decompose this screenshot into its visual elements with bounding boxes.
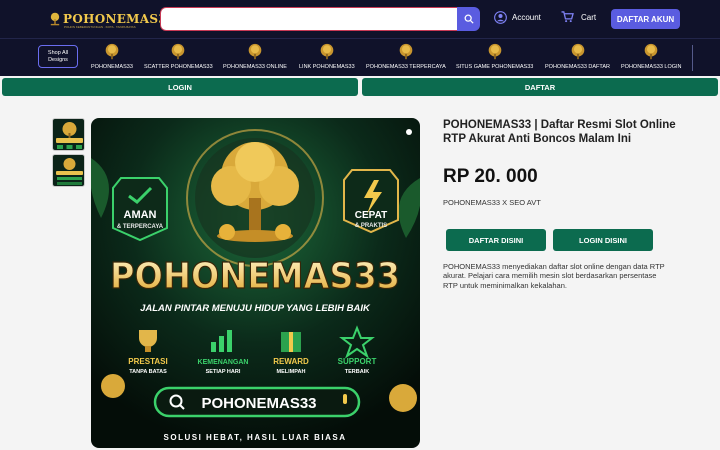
tree-icon (571, 43, 584, 60)
daftar-disini-button[interactable]: DAFTAR DISINI (446, 229, 546, 251)
auth-tabbar: LOGIN DAFTAR (0, 76, 720, 98)
tree-icon (105, 43, 119, 60)
product-thumbnail[interactable] (52, 154, 85, 187)
account-link[interactable]: Account (494, 11, 541, 24)
account-label: Account (512, 13, 541, 22)
badge-left-subtitle: & TERPERCAYA (117, 224, 164, 230)
nav-item-terpercaya[interactable]: POHONEMAS33 TERPERCAYA (366, 43, 446, 70)
badge-right-title: CEPAT (355, 210, 387, 221)
nav-item-label: POHONEMAS33 LOGIN (621, 64, 682, 70)
product-main-image[interactable]: AMAN & TERPERCAYA CEPAT & PRAKTIS POHONE… (91, 118, 420, 448)
nav-item-situs-game[interactable]: SITUS GAME POHONEMAS33 (456, 43, 533, 70)
nav-item-label: POHONEMAS33 DAFTAR (545, 64, 610, 70)
tree-icon (172, 43, 185, 60)
shop-all-designs-button[interactable]: Shop All Designs (38, 45, 78, 68)
nav-item-label: POHONEMAS33 ONLINE (223, 64, 287, 70)
cart-icon (561, 11, 574, 23)
feature-subtitle: TERBAIK (345, 369, 369, 375)
nav-item-label: POHONEMAS33 (91, 64, 133, 70)
cart-label: Cart (581, 12, 597, 22)
login-disini-button[interactable]: LOGIN DISINI (553, 229, 653, 251)
thumbnail-image (53, 119, 84, 150)
logo-text: POHONEMAS33 (63, 12, 176, 26)
thumbnail-image (53, 155, 84, 186)
nav-item-label: POHONEMAS33 TERPERCAYA (366, 64, 446, 70)
banner-tagline: JALAN PINTAR MENUJU HIDUP YANG LEBIH BAI… (140, 303, 371, 314)
tree-icon (399, 43, 413, 60)
badge-left-title: AMAN (124, 209, 157, 221)
top-header: POHONEMAS33 POHON KEBERUNTUNGAN · KOTA ·… (0, 0, 720, 38)
nav-item-label: SCATTER POHONEMAS33 (144, 64, 213, 70)
feature-title: KEMENANGAN (198, 359, 249, 366)
nav-item-pohonemas33[interactable]: POHONEMAS33 (91, 43, 133, 70)
product-description: POHONEMAS33 menyediakan daftar slot onli… (443, 262, 665, 290)
feature-title: PRESTASI (128, 357, 167, 366)
nav-item-scatter[interactable]: SCATTER POHONEMAS33 (144, 43, 213, 70)
nav-divider (692, 45, 693, 71)
search-bar (160, 7, 480, 31)
product-title: POHONEMAS33 | Daftar Resmi Slot Online R… (443, 119, 676, 146)
user-icon (494, 11, 507, 24)
tree-icon (644, 43, 658, 60)
logo-tagline: POHON KEBERUNTUNGAN · KOTA · TANPA BATAS (64, 25, 136, 29)
nav-item-daftar[interactable]: POHONEMAS33 DAFTAR (545, 43, 610, 70)
nav-item-login[interactable]: POHONEMAS33 LOGIN (621, 43, 682, 70)
banner-footer: SOLUSI HEBAT, HASIL LUAR BIASA (164, 433, 347, 442)
cart-link[interactable]: Cart (561, 11, 596, 23)
badge-right-subtitle: & PRAKTIS (355, 223, 387, 229)
banner-brand: POHONEMAS33 (110, 256, 400, 297)
tree-icon (50, 12, 60, 26)
banner-artwork: AMAN & TERPERCAYA CEPAT & PRAKTIS POHONE… (91, 118, 420, 448)
daftar-tab-button[interactable]: DAFTAR (362, 78, 718, 96)
nav-item-label: SITUS GAME POHONEMAS33 (456, 64, 534, 70)
search-input[interactable] (160, 7, 458, 31)
feature-title: REWARD (273, 357, 309, 366)
feature-subtitle: MELIMPAH (277, 369, 306, 375)
tree-icon (248, 43, 262, 60)
feature-subtitle: SETIAP HARI (206, 369, 241, 375)
search-icon (464, 14, 474, 24)
tree-icon (488, 43, 501, 60)
nav-item-online[interactable]: POHONEMAS33 ONLINE (223, 43, 287, 70)
category-nav: Shop All Designs POHONEMAS33 SCATTER POH… (0, 38, 720, 76)
product-vendor: POHONEMAS33 X SEO AVT (443, 198, 541, 207)
banner-search-text: POHONEMAS33 (201, 395, 316, 412)
daftar-akun-button[interactable]: DAFTAR AKUN (611, 9, 680, 29)
login-tab-button[interactable]: LOGIN (2, 78, 358, 96)
feature-subtitle: TANPA BATAS (129, 369, 167, 375)
product-price: RP 20. 000 (443, 166, 538, 187)
feature-title: SUPPORT (338, 357, 377, 366)
search-button[interactable] (457, 7, 480, 31)
nav-item-label: LINK POHONEMAS33 (299, 64, 355, 70)
tree-icon (320, 43, 334, 60)
product-thumbnail[interactable] (52, 118, 85, 151)
nav-item-link[interactable]: LINK POHONEMAS33 (299, 43, 355, 70)
